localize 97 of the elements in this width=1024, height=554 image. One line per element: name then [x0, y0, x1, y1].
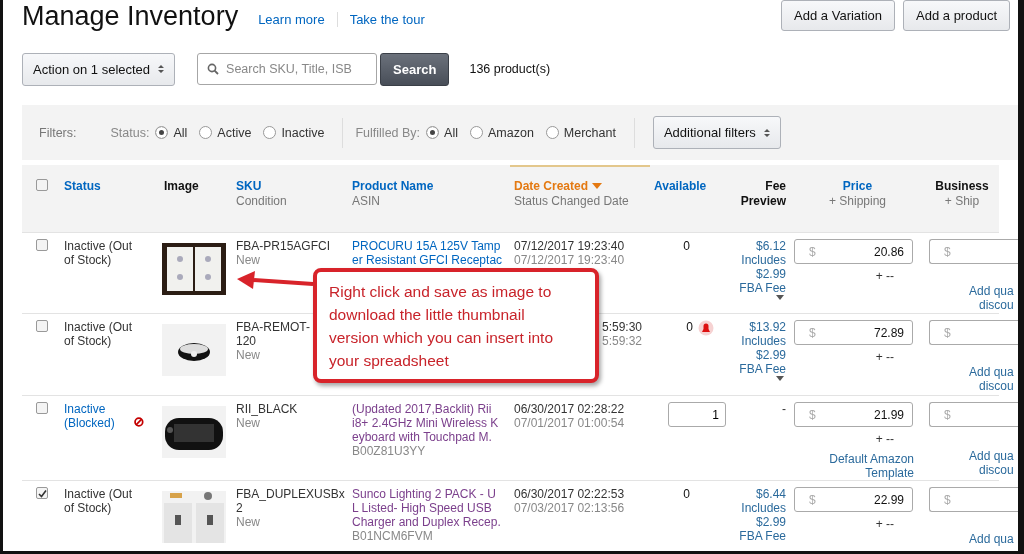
quantity-discount-link[interactable]: Add qua — [929, 532, 1014, 546]
radio-label: Active — [217, 125, 252, 140]
sort-arrows-icon — [158, 64, 165, 74]
date-created: 06/30/2017 02:22:53 — [514, 487, 625, 501]
column-header: Fee — [764, 179, 786, 194]
product-name-link[interactable]: Sunco Lighting 2 PACK - U L Listed- High Speed USB Charger and Duplex Recep. — [352, 487, 506, 529]
radio-button[interactable] — [263, 126, 277, 139]
status-changed-date: 07/01/2017 01:00:54 — [514, 416, 625, 430]
status-changed-date: 07/03/2017 02:13:56 — [514, 501, 625, 515]
shipping-text: + -- — [874, 432, 894, 446]
page-title: Manage Inventory — [22, 0, 239, 32]
status-text: Inactive (Out of Stock) — [64, 487, 134, 515]
price-field[interactable]: $ 21.99 — [794, 402, 913, 427]
column-header[interactable]: SKU — [236, 179, 344, 194]
radio-button[interactable] — [199, 126, 213, 139]
sku-text: RII_BLACK — [236, 402, 298, 416]
filter-label: Status: — [110, 125, 150, 140]
radio-label: All — [173, 125, 188, 140]
filters-label: Filters: — [39, 125, 77, 140]
product-name-link[interactable]: (Updated 2017,Backlit) Rii i8+ 2.4GHz Mini Wireless K eyboard with Touchpad M. — [352, 402, 506, 444]
header-button[interactable]: Add a product — [903, 0, 1010, 31]
condition-text: New — [236, 348, 261, 362]
sku-text: FBA-REMOT- 120 — [236, 320, 310, 348]
column-subheader: ASIN — [352, 194, 381, 209]
blocked-icon — [134, 415, 144, 429]
radio-button[interactable] — [155, 126, 169, 139]
column-header[interactable]: Available — [654, 179, 716, 194]
radio-label: All — [444, 125, 458, 140]
column-subheader: + Ship — [943, 194, 981, 209]
checkbox[interactable] — [36, 402, 48, 414]
header-button[interactable]: Add a Variation — [781, 0, 896, 31]
price-field[interactable]: $ 20.86 — [794, 239, 913, 264]
condition-text: New — [236, 416, 261, 430]
caret-icon[interactable] — [776, 376, 784, 381]
radio-button[interactable] — [426, 126, 440, 139]
status-link[interactable]: Inactive (Blocked) — [64, 402, 131, 430]
date-created: 07/12/2017 19:23:40 — [514, 239, 625, 253]
available-count: 0 — [683, 487, 690, 501]
quantity-discount-link[interactable]: Add qua discou — [929, 449, 1014, 477]
checkbox[interactable] — [36, 239, 48, 251]
shipping-text: + -- — [874, 350, 894, 364]
date-created: 5:59:30 — [601, 320, 642, 334]
column-subheader: + Shipping — [827, 194, 887, 209]
product-name-link[interactable]: PROCURU 15A 125V Tamp er Resistant GFCI Receptac — [352, 239, 506, 267]
radio-label: Merchant — [563, 125, 616, 140]
quantity-discount-link[interactable]: Add qua discou — [929, 284, 1014, 312]
price-field[interactable]: $ 22.99 — [794, 487, 913, 512]
caret-icon[interactable] — [776, 295, 784, 300]
condition-text: New — [236, 515, 261, 529]
fee-preview-text[interactable]: $13.92 Includes $2.99 FBA Fee — [724, 320, 786, 376]
radio-button[interactable] — [545, 126, 559, 139]
additional-filters-dropdown[interactable]: Additional filters — [652, 116, 781, 149]
fee-preview-text: - — [781, 402, 786, 416]
column-header[interactable]: Product Name — [352, 179, 506, 194]
checkbox[interactable] — [36, 179, 48, 191]
help-link[interactable]: Take the tour — [336, 12, 437, 27]
annotation-tooltip: Right click and save as image to download the little thumbnail version which you can insert into your spreadsheet — [313, 268, 599, 383]
sku-text: FBA_DUPLEXUSBx 2 — [236, 487, 345, 515]
template-link[interactable]: Default Amazon Template — [794, 452, 914, 480]
product-count: 136 product(s) — [469, 62, 551, 76]
available-count: 0 — [686, 320, 693, 336]
column-header: Preview — [739, 194, 786, 209]
status-text: Inactive (Out of Stock) — [64, 239, 134, 267]
available-count: 0 — [683, 239, 690, 253]
column-header: Image — [164, 179, 200, 194]
column-subheader: Status Changed Date — [514, 194, 630, 209]
quantity-field[interactable]: 1 — [668, 402, 726, 427]
asin-text: B01NCM6FVM — [352, 529, 434, 543]
date-created: 06/30/2017 02:28:22 — [514, 402, 625, 416]
sku-text: FBA-PR15AGFCI — [236, 239, 331, 253]
radio-button[interactable] — [470, 126, 483, 139]
sort-caret-icon — [592, 183, 603, 190]
fee-preview-text[interactable]: $6.12 Includes $2.99 FBA Fee — [724, 239, 786, 295]
condition-text: New — [236, 253, 261, 267]
status-text: Inactive (Out of Stock) — [64, 320, 134, 348]
shipping-text: + -- — [874, 517, 894, 531]
radio-label: Amazon — [488, 125, 534, 140]
filter-label: Fulfilled By: — [355, 125, 421, 140]
sort-arrows-icon — [763, 127, 770, 138]
column-header[interactable]: Price — [794, 179, 921, 194]
shipping-text: + -- — [874, 269, 894, 283]
search-field[interactable]: Search SKU, Title, ISB — [197, 53, 378, 85]
fee-preview-text[interactable]: $6.44 Includes $2.99 FBA Fee — [724, 487, 786, 543]
status-changed-date: 07/12/2017 19:23:40 — [514, 253, 625, 267]
radio-label: Inactive — [281, 125, 325, 140]
checkbox[interactable] — [36, 487, 48, 499]
status-changed-date: 5:59:32 — [601, 334, 642, 348]
checkbox[interactable] — [36, 320, 48, 332]
column-header: Business — [934, 179, 990, 194]
search-icon — [207, 63, 220, 75]
help-link[interactable]: Learn more — [246, 12, 337, 27]
quantity-discount-link[interactable]: Add qua discou — [929, 365, 1014, 393]
search-button[interactable]: Search — [380, 52, 450, 86]
column-subheader: Condition — [236, 194, 288, 209]
price-field[interactable]: $ 72.89 — [794, 320, 913, 345]
bulk-action-dropdown[interactable]: Action on 1 selected — [22, 52, 176, 86]
asin-text: B00Z81U3YY — [352, 444, 427, 458]
